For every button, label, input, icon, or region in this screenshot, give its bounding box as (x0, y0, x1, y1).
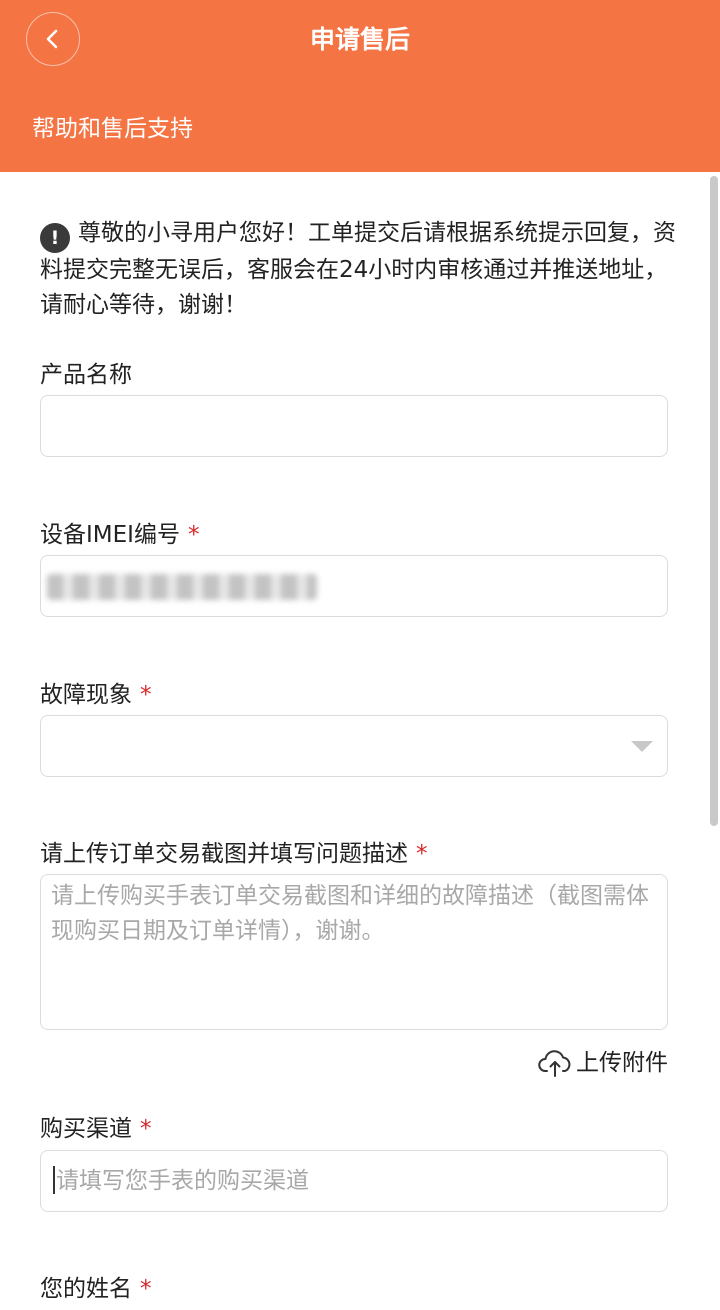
required-mark: * (140, 1276, 152, 1302)
imei-label: 设备IMEI编号 * (40, 518, 199, 552)
channel-label: 购买渠道 * (40, 1112, 152, 1146)
notice-message: ! 尊敬的小寻用户您好！工单提交后请根据系统提示回复，资料提交完整无误后，客服会在… (40, 216, 680, 323)
product-name-label: 产品名称 (40, 358, 132, 392)
description-placeholder: 请上传购买手表订单交易截图和详细的故障描述（截图需体现购买日期及订单详情），谢谢… (51, 883, 649, 944)
product-name-input[interactable] (40, 395, 668, 457)
cloud-upload-icon (538, 1050, 571, 1077)
imei-label-text: 设备IMEI编号 (40, 522, 180, 548)
exclamation-circle-icon: ! (40, 223, 70, 253)
description-textarea[interactable]: 请上传购买手表订单交易截图和详细的故障描述（截图需体现购买日期及订单详情），谢谢… (40, 874, 668, 1030)
upload-attachment-button[interactable]: 上传附件 (538, 1046, 668, 1080)
redacted-imei-value (47, 574, 317, 600)
description-label: 请上传订单交易截图并填写问题描述 * (40, 837, 428, 871)
fault-select[interactable] (40, 715, 668, 777)
header-bar: 申请售后 帮助和售后支持 (0, 0, 720, 172)
product-name-label-text: 产品名称 (40, 362, 132, 388)
notice-text: 尊敬的小寻用户您好！工单提交后请根据系统提示回复，资料提交完整无误后，客服会在2… (40, 220, 676, 318)
name-label: 您的姓名 * (40, 1272, 152, 1306)
channel-label-text: 购买渠道 (40, 1116, 132, 1142)
required-mark: * (187, 522, 200, 548)
upload-label: 上传附件 (576, 1050, 668, 1076)
required-mark: * (416, 841, 428, 867)
form-content: ! 尊敬的小寻用户您好！工单提交后请根据系统提示回复，资料提交完整无误后，客服会在… (0, 172, 720, 1310)
fault-label: 故障现象 * (40, 678, 152, 712)
text-cursor (53, 1166, 55, 1194)
scrollbar[interactable] (710, 176, 718, 826)
channel-input-content: 请填写您手表的购买渠道 (53, 1151, 309, 1211)
channel-input[interactable]: 请填写您手表的购买渠道 (40, 1150, 668, 1212)
name-label-text: 您的姓名 (40, 1276, 132, 1302)
channel-placeholder: 请填写您手表的购买渠道 (56, 1168, 309, 1194)
page: 申请售后 帮助和售后支持 ! 尊敬的小寻用户您好！工单提交后请根据系统提示回复，资… (0, 0, 720, 1310)
caret-down-icon (631, 741, 653, 752)
fault-label-text: 故障现象 (40, 682, 132, 708)
page-title: 申请售后 (309, 25, 410, 54)
help-support-link[interactable]: 帮助和售后支持 (32, 112, 193, 146)
required-mark: * (140, 682, 152, 708)
description-label-text: 请上传订单交易截图并填写问题描述 (40, 841, 408, 867)
imei-input[interactable] (40, 555, 668, 617)
required-mark: * (140, 1116, 152, 1142)
